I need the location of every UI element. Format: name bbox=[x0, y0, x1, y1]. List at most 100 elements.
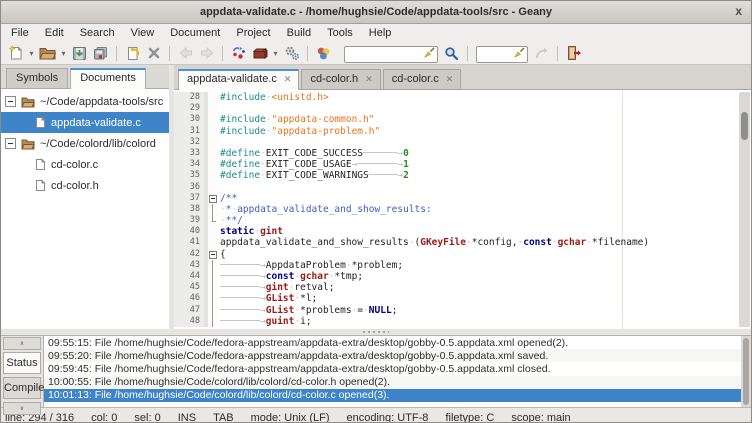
code-line[interactable]: 46───────→GList·*l; bbox=[174, 293, 751, 304]
code-text[interactable]: ───────→gint·retval; bbox=[217, 282, 751, 293]
tree-item[interactable]: cd-color.c bbox=[1, 154, 169, 175]
fold-margin[interactable] bbox=[208, 193, 217, 204]
tab-close-icon[interactable]: ✕ bbox=[365, 74, 373, 85]
code-line[interactable]: 31#include·"appdata-problem.h" bbox=[174, 126, 751, 137]
tab-close-icon[interactable]: ✕ bbox=[446, 74, 454, 85]
build-dropdown[interactable]: ▾ bbox=[270, 43, 281, 63]
open-file-dropdown[interactable]: ▾ bbox=[58, 43, 69, 63]
menu-build[interactable]: Build bbox=[279, 26, 319, 40]
color-chooser-button[interactable] bbox=[313, 43, 334, 63]
revert-button[interactable] bbox=[122, 43, 143, 63]
expander-icon[interactable] bbox=[5, 138, 16, 149]
open-file-button[interactable] bbox=[37, 43, 58, 63]
menu-search[interactable]: Search bbox=[72, 26, 123, 40]
code-text[interactable]: ·*·appdata_validate_and_show_results: bbox=[217, 204, 751, 215]
code-line[interactable]: 35#define·EXIT_CODE_WARNINGS─────→2 bbox=[174, 170, 751, 181]
code-text[interactable]: ·**/ bbox=[217, 215, 751, 226]
sidebar-tab-documents[interactable]: Documents bbox=[70, 68, 146, 89]
log-row[interactable]: 09:59:45: File /home/hughsie/Code/fedora… bbox=[44, 362, 741, 375]
close-document-button[interactable] bbox=[143, 43, 164, 63]
save-button[interactable] bbox=[69, 43, 90, 63]
code-line[interactable]: 40static·gint bbox=[174, 226, 751, 237]
code-text[interactable]: /** bbox=[217, 193, 751, 204]
code-line[interactable]: 47───────→GList·*problems·=·NULL; bbox=[174, 305, 751, 316]
code-line[interactable]: 34#define·EXIT_CODE_USAGE→───────→1 bbox=[174, 159, 751, 170]
expander-icon[interactable] bbox=[5, 96, 16, 107]
code-line[interactable]: 32 bbox=[174, 137, 751, 148]
code-text[interactable]: #include·"appdata-common.h" bbox=[217, 114, 751, 125]
editor-tab-cd-color.h[interactable]: cd-color.h✕ bbox=[301, 69, 380, 89]
save-all-button[interactable] bbox=[90, 43, 111, 63]
code-view[interactable]: 28#include·<unistd.h>2930#include·"appda… bbox=[174, 92, 751, 327]
code-text[interactable]: ───────→GList·*problems·=·NULL; bbox=[217, 305, 751, 316]
code-line[interactable]: 43───────→AppdataProblem·*problem; bbox=[174, 260, 751, 271]
code-line[interactable]: 45───────→gint·retval; bbox=[174, 282, 751, 293]
tree-item[interactable]: appdata-validate.c bbox=[1, 112, 169, 133]
scrollbar-thumb[interactable] bbox=[741, 112, 748, 140]
clear-icon[interactable] bbox=[514, 47, 525, 58]
code-line[interactable]: 29 bbox=[174, 103, 751, 114]
code-line[interactable]: 44───────→const·gchar·*tmp; bbox=[174, 271, 751, 282]
code-line[interactable]: 38·*·appdata_validate_and_show_results: bbox=[174, 204, 751, 215]
build-button[interactable] bbox=[249, 43, 270, 63]
nav-forward-button[interactable] bbox=[196, 43, 217, 63]
code-line[interactable]: 39·**/ bbox=[174, 215, 751, 226]
message-tab-compiler[interactable]: Compiler bbox=[3, 377, 41, 399]
fold-margin[interactable] bbox=[208, 249, 217, 260]
code-text[interactable]: ───────→GList·*l; bbox=[217, 293, 751, 304]
code-text[interactable]: ───────→const·gchar·*tmp; bbox=[217, 271, 751, 282]
code-text[interactable]: #include·<unistd.h> bbox=[217, 92, 751, 103]
code-line[interactable]: 30#include·"appdata-common.h" bbox=[174, 114, 751, 125]
tree-item[interactable]: cd-color.h bbox=[1, 175, 169, 196]
clear-icon[interactable] bbox=[424, 47, 435, 58]
menu-edit[interactable]: Edit bbox=[37, 26, 72, 40]
code-text[interactable] bbox=[217, 182, 751, 193]
menu-tools[interactable]: Tools bbox=[319, 26, 361, 40]
code-text[interactable]: ───────→AppdataProblem·*problem; bbox=[217, 260, 751, 271]
editor-area[interactable]: 28#include·<unistd.h>2930#include·"appda… bbox=[174, 90, 751, 329]
compile-button[interactable] bbox=[228, 43, 249, 63]
code-line[interactable]: 36 bbox=[174, 182, 751, 193]
nav-back-button[interactable] bbox=[175, 43, 196, 63]
code-text[interactable]: { bbox=[217, 249, 751, 260]
editor-tab-appdata-validate.c[interactable]: appdata-validate.c✕ bbox=[178, 69, 299, 90]
new-document-button[interactable] bbox=[5, 43, 26, 63]
log-row[interactable]: 10:00:55: File /home/hughsie/Code/colord… bbox=[44, 376, 741, 389]
sidebar-tab-symbols[interactable]: Symbols bbox=[6, 68, 68, 88]
code-text[interactable]: static·gint bbox=[217, 226, 751, 237]
goto-line-button[interactable] bbox=[531, 43, 552, 63]
editor-vertical-scrollbar[interactable] bbox=[739, 92, 750, 327]
code-line[interactable]: 28#include·<unistd.h> bbox=[174, 92, 751, 103]
code-text[interactable]: #define·EXIT_CODE_WARNINGS─────→2 bbox=[217, 170, 751, 181]
log-row[interactable]: 09:55:20: File /home/hughsie/Code/fedora… bbox=[44, 349, 741, 362]
menu-view[interactable]: View bbox=[123, 26, 163, 40]
scroll-up-icon[interactable]: ∧ bbox=[3, 337, 41, 350]
code-text[interactable] bbox=[217, 137, 751, 148]
log-row[interactable]: 10:01:13: File /home/hughsie/Code/colord… bbox=[44, 389, 741, 402]
scrollbar-thumb[interactable] bbox=[743, 338, 749, 405]
code-line[interactable]: 42{ bbox=[174, 249, 751, 260]
menu-project[interactable]: Project bbox=[228, 26, 278, 40]
code-line[interactable]: 48───────→guint·i; bbox=[174, 316, 751, 327]
tab-close-icon[interactable]: ✕ bbox=[284, 74, 292, 85]
message-tab-status[interactable]: Status bbox=[3, 352, 41, 374]
quit-button[interactable] bbox=[563, 43, 584, 63]
menu-document[interactable]: Document bbox=[162, 26, 228, 40]
window-close-icon[interactable]: x bbox=[735, 4, 742, 18]
messages-scrollbar[interactable] bbox=[741, 336, 751, 407]
code-line[interactable]: 37/** bbox=[174, 193, 751, 204]
code-text[interactable]: #define·EXIT_CODE_USAGE→───────→1 bbox=[217, 159, 751, 170]
editor-tab-cd-color.c[interactable]: cd-color.c✕ bbox=[383, 69, 462, 89]
tree-item[interactable]: ~/Code/colord/lib/colord bbox=[1, 133, 169, 154]
menu-file[interactable]: File bbox=[3, 26, 37, 40]
code-text[interactable]: #include·"appdata-problem.h" bbox=[217, 126, 751, 137]
new-document-dropdown[interactable]: ▾ bbox=[26, 43, 37, 63]
menu-help[interactable]: Help bbox=[361, 26, 400, 40]
code-text[interactable] bbox=[217, 103, 751, 114]
code-text[interactable]: #define·EXIT_CODE_SUCCESS──────→0 bbox=[217, 148, 751, 159]
tree-item[interactable]: ~/Code/appdata-tools/src bbox=[1, 91, 169, 112]
code-line[interactable]: 41appdata_validate_and_show_results·(GKe… bbox=[174, 237, 751, 248]
code-text[interactable]: ───────→guint·i; bbox=[217, 316, 751, 327]
log-row[interactable]: 09:55:15: File /home/hughsie/Code/fedora… bbox=[44, 336, 741, 349]
code-line[interactable]: 33#define·EXIT_CODE_SUCCESS──────→0 bbox=[174, 148, 751, 159]
